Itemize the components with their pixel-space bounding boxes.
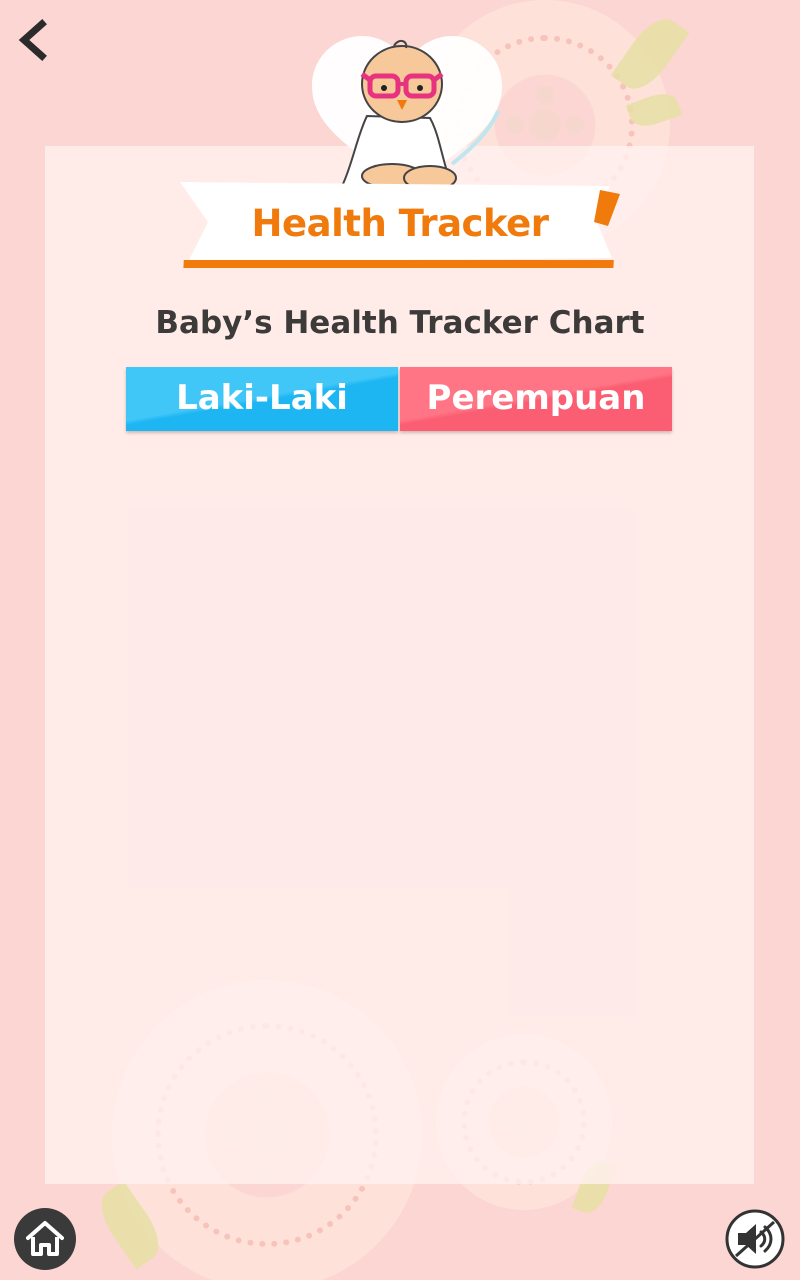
sound-muted-icon [725,1209,785,1269]
sound-toggle-button[interactable] [724,1208,786,1270]
health-tracker-screen: Health Tracker Baby’s Health Tracker Cha… [0,0,800,1280]
chart-subtitle: Baby’s Health Tracker Chart [155,305,645,341]
back-button[interactable] [8,16,52,64]
page-title: Health Tracker [251,202,549,245]
chevron-left-icon [18,19,47,61]
home-button[interactable] [14,1208,76,1270]
baby-doctor-mascot [312,36,502,196]
home-icon [26,1221,64,1256]
boy-button[interactable]: Laki-Laki [126,367,398,431]
girl-button[interactable]: Perempuan [400,367,672,431]
